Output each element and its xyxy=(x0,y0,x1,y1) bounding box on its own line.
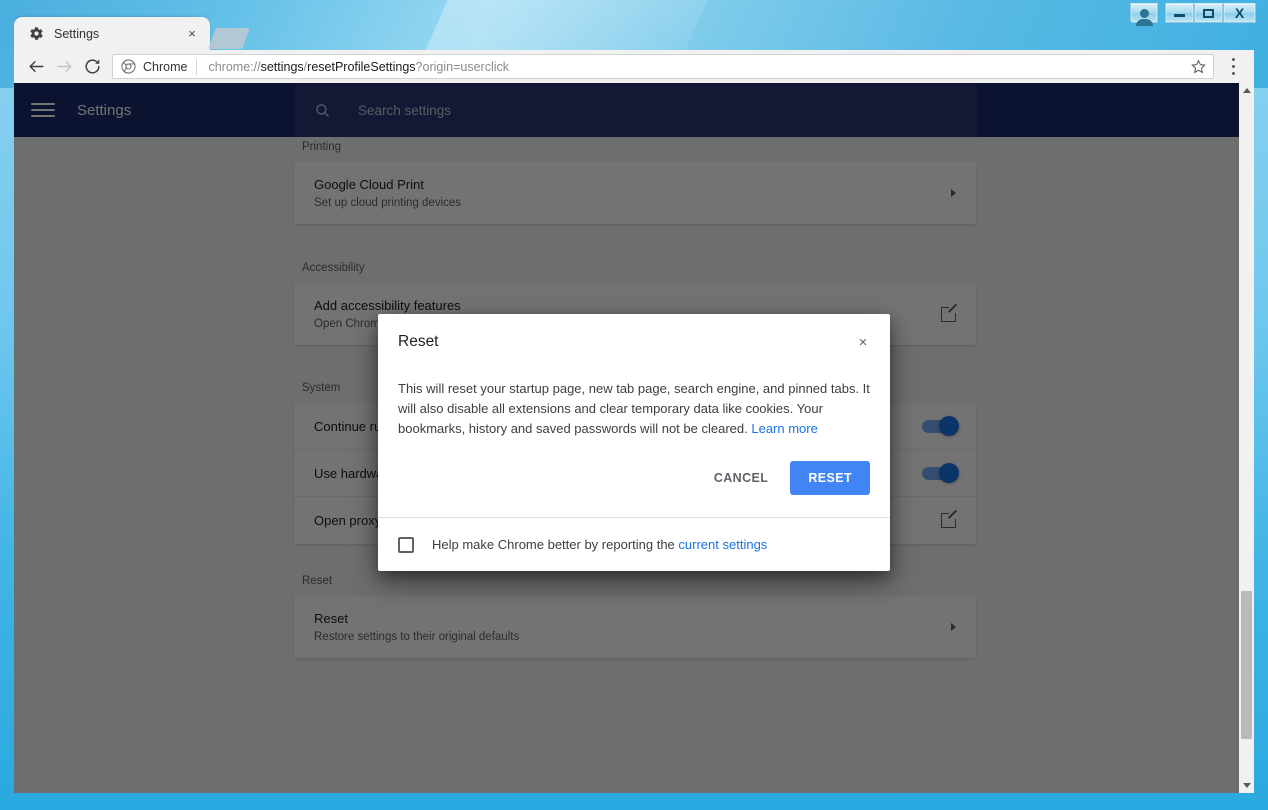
dialog-description: This will reset your startup page, new t… xyxy=(398,379,870,439)
user-account-button[interactable] xyxy=(1130,3,1158,26)
report-settings-checkbox[interactable] xyxy=(398,536,414,553)
tab-settings[interactable]: Settings × xyxy=(14,17,210,50)
url-prefix: chrome:// xyxy=(208,59,261,74)
user-icon xyxy=(1135,8,1153,26)
minimize-button[interactable] xyxy=(1165,3,1194,23)
security-chip-label: Chrome xyxy=(143,59,188,74)
close-icon: X xyxy=(1234,5,1245,21)
security-chip[interactable]: Chrome xyxy=(121,59,196,74)
caption-button-group: X xyxy=(1130,3,1256,26)
browser-toolbar: Chrome chrome://settings/resetProfileSet… xyxy=(14,50,1254,83)
learn-more-link[interactable]: Learn more xyxy=(751,421,817,436)
omnibox[interactable]: Chrome chrome://settings/resetProfileSet… xyxy=(112,54,1214,79)
tab-strip: Settings × xyxy=(14,17,250,50)
three-dot-menu-icon[interactable] xyxy=(1220,53,1246,81)
new-tab-button[interactable] xyxy=(208,28,250,49)
omnibox-divider xyxy=(196,58,198,75)
window-frame: X Settings × Chrome chrome://settings/re… xyxy=(0,0,1268,810)
maximize-icon xyxy=(1203,8,1214,18)
forward-button[interactable] xyxy=(50,53,78,81)
tab-close-button[interactable]: × xyxy=(184,26,200,42)
close-window-button[interactable]: X xyxy=(1223,3,1256,23)
dialog-title: Reset xyxy=(398,333,439,350)
web-content: Settings Search settings Printing xyxy=(14,83,1254,793)
url-text[interactable]: chrome://settings/resetProfileSettings?o… xyxy=(208,60,1185,74)
reset-dialog: Reset × This will reset your startup pag… xyxy=(378,314,890,571)
reload-button[interactable] xyxy=(78,53,106,81)
report-settings-label: Help make Chrome better by reporting the… xyxy=(432,537,767,552)
close-icon[interactable]: × xyxy=(850,329,876,355)
chrome-logo-icon xyxy=(121,59,136,74)
maximize-button[interactable] xyxy=(1194,3,1223,23)
url-emphasis-path: resetProfileSettings xyxy=(307,59,416,74)
current-settings-link[interactable]: current settings xyxy=(678,537,767,552)
menu-dot xyxy=(1231,72,1235,75)
menu-dot xyxy=(1231,65,1235,68)
star-icon[interactable] xyxy=(1185,55,1211,78)
dialog-header: Reset × xyxy=(378,314,890,370)
report-settings-text: Help make Chrome better by reporting the xyxy=(432,537,675,552)
tab-title: Settings xyxy=(54,26,100,41)
gear-icon xyxy=(28,26,44,42)
url-query: ?origin=userclick xyxy=(415,59,509,74)
minimize-icon xyxy=(1174,14,1185,17)
reset-confirm-button[interactable]: RESET xyxy=(790,461,870,495)
dialog-actions: CANCEL RESET xyxy=(378,439,890,517)
cancel-button[interactable]: CANCEL xyxy=(702,462,780,494)
menu-dot xyxy=(1231,58,1235,61)
scroll-up-arrow-icon[interactable] xyxy=(1239,83,1254,98)
dialog-footer: Help make Chrome better by reporting the… xyxy=(378,517,890,571)
vertical-scrollbar[interactable] xyxy=(1239,83,1254,793)
dialog-body: This will reset your startup page, new t… xyxy=(378,370,890,439)
scroll-down-arrow-icon[interactable] xyxy=(1239,778,1254,793)
scrollbar-thumb[interactable] xyxy=(1241,591,1252,739)
url-emphasis-host: settings xyxy=(260,59,304,74)
back-button[interactable] xyxy=(22,53,50,81)
